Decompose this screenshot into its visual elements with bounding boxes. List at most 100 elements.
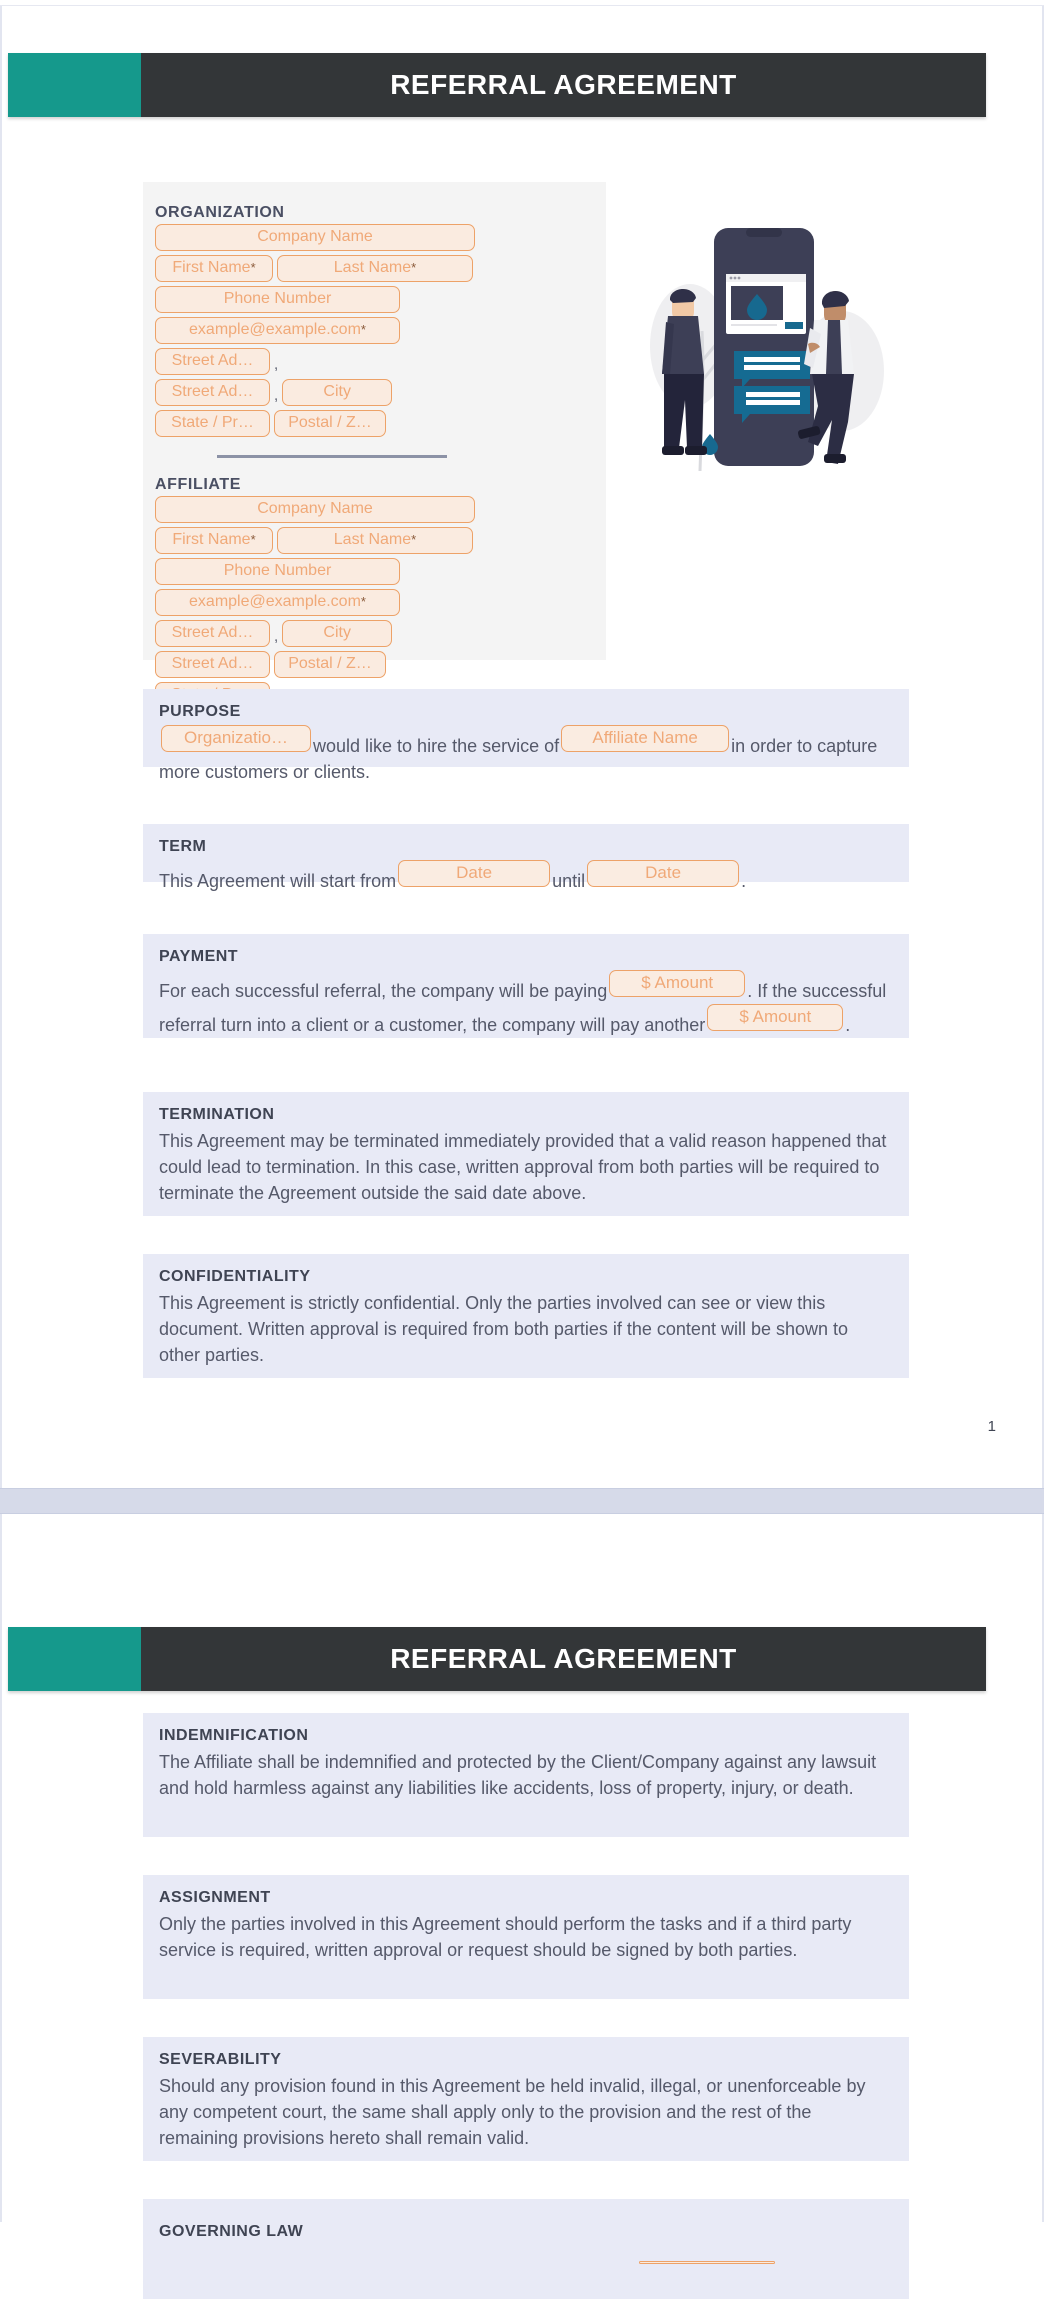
parties-panel: ORGANIZATION Company Name First Name* La… xyxy=(143,182,606,709)
organization-first-name-field[interactable]: First Name* xyxy=(155,255,273,282)
affiliate-email-label: example@example.com xyxy=(189,593,361,610)
payment-text-2: . xyxy=(747,981,753,1001)
affiliate-phone-row: Phone Number xyxy=(155,558,584,585)
clause-indemnification-title: INDEMNIFICATION xyxy=(159,1727,309,1744)
purpose-text-1: would like to hire the service of xyxy=(313,736,560,756)
clause-severability-title: SEVERABILITY xyxy=(159,2051,282,2068)
page-title: REFERRAL AGREEMENT xyxy=(390,69,737,100)
organization-street-address-2-field[interactable]: Street Ad… xyxy=(155,379,270,406)
affiliate-last-name-label: Last Name xyxy=(333,531,412,548)
organization-company-row: Company Name xyxy=(155,224,584,251)
organization-street1-row: Street Ad… , xyxy=(155,348,584,375)
purpose-organization-field[interactable]: Organizatio… xyxy=(161,725,311,752)
term-text-1: This Agreement will start from xyxy=(159,871,397,891)
affiliate-first-name-required: * xyxy=(250,532,256,547)
clause-governing-law-body xyxy=(159,2245,891,2271)
organization-email-label: example@example.com xyxy=(189,321,361,338)
governing-law-field[interactable] xyxy=(639,2261,775,2264)
clause-severability-body: Should any provision found in this Agree… xyxy=(159,2076,866,2148)
organization-comma-2: , xyxy=(274,387,279,404)
clause-governing-law: GOVERNING LAW xyxy=(143,2199,909,2299)
banner-title-bar: REFERRAL AGREEMENT xyxy=(141,53,986,117)
clause-purpose: PURPOSE Organizatio… would like to hire t… xyxy=(143,689,909,782)
referral-illustration xyxy=(642,196,892,486)
organization-last-name-field[interactable]: Last Name* xyxy=(277,255,473,282)
organization-company-field[interactable]: Company Name xyxy=(155,224,475,251)
organization-section: ORGANIZATION Company Name First Name* La… xyxy=(155,204,584,437)
clause-confidentiality: CONFIDENTIALITY This Agreement is strict… xyxy=(143,1254,909,1378)
clause-governing-law-title: GOVERNING LAW xyxy=(159,2223,304,2240)
term-start-date-field[interactable]: Date xyxy=(398,860,551,887)
clause-term-title: TERM xyxy=(159,838,207,855)
organization-last-name-label: Last Name xyxy=(333,259,412,276)
organization-email-row: example@example.com* xyxy=(155,317,584,344)
banner-title-bar-2: REFERRAL AGREEMENT xyxy=(141,1627,986,1691)
organization-phone-field[interactable]: Phone Number xyxy=(155,286,400,313)
organization-email-required: * xyxy=(360,322,366,337)
organization-label: ORGANIZATION xyxy=(155,204,285,221)
clause-payment-title: PAYMENT xyxy=(159,948,239,965)
organization-street2-city-row: Street Ad… , City xyxy=(155,379,584,406)
clause-severability: SEVERABILITY Should any provision found … xyxy=(143,2037,909,2161)
payment-text-1: For each successful referral, the compan… xyxy=(159,981,608,1001)
organization-comma-1: , xyxy=(274,356,279,373)
payment-amount-1-field[interactable]: $ Amount xyxy=(609,970,746,997)
clause-assignment-title: ASSIGNMENT xyxy=(159,1889,271,1906)
clause-payment-body: For each successful referral, the compan… xyxy=(159,970,891,1038)
page-break-gap xyxy=(0,1488,1044,1514)
affiliate-company-field[interactable]: Company Name xyxy=(155,496,475,523)
organization-state-field[interactable]: State / Pr… xyxy=(155,410,270,437)
affiliate-phone-field[interactable]: Phone Number xyxy=(155,558,400,585)
banner-teal-accent-2 xyxy=(8,1627,141,1691)
document-page-1: REFERRAL AGREEMENT ORGANIZATION Company … xyxy=(0,6,1044,1488)
affiliate-street-address-2-field[interactable]: Street Ad… xyxy=(155,651,270,678)
affiliate-email-row: example@example.com* xyxy=(155,589,584,616)
organization-city-field[interactable]: City xyxy=(282,379,393,406)
clause-termination: TERMINATION This Agreement may be termin… xyxy=(143,1092,909,1216)
clause-assignment-body: Only the parties involved in this Agreem… xyxy=(159,1914,852,1960)
page-title-2: REFERRAL AGREEMENT xyxy=(390,1643,737,1674)
organization-street-address-1-field[interactable]: Street Ad… xyxy=(155,348,270,375)
clause-purpose-body: Organizatio… would like to hire the servi… xyxy=(159,725,891,785)
term-text-2: until xyxy=(552,871,586,891)
clause-term-body: This Agreement will start from Date until D… xyxy=(159,860,891,894)
clause-confidentiality-title: CONFIDENTIALITY xyxy=(159,1268,311,1285)
page-number-1: 1 xyxy=(987,1418,996,1435)
banner-teal-accent xyxy=(8,53,141,117)
clause-payment: PAYMENT For each successful referral, th… xyxy=(143,934,909,1038)
term-end-date-field[interactable]: Date xyxy=(587,860,740,887)
affiliate-street2-postal-row: Street Ad… Postal / Z… xyxy=(155,651,584,678)
clause-termination-title: TERMINATION xyxy=(159,1106,275,1123)
organization-postal-field[interactable]: Postal / Z… xyxy=(274,410,386,437)
organization-first-name-label: First Name xyxy=(172,259,251,276)
affiliate-last-name-field[interactable]: Last Name* xyxy=(277,527,473,554)
page2-header-banner: REFERRAL AGREEMENT xyxy=(8,1627,986,1691)
organization-last-name-required: * xyxy=(411,260,417,275)
affiliate-name-row: First Name* Last Name* xyxy=(155,527,584,554)
affiliate-company-row: Company Name xyxy=(155,496,584,523)
organization-state-postal-row: State / Pr… Postal / Z… xyxy=(155,410,584,437)
affiliate-section: AFFILIATE Company Name First Name* Last … xyxy=(155,476,584,709)
affiliate-street-address-1-field[interactable]: Street Ad… xyxy=(155,620,270,647)
affiliate-first-name-field[interactable]: First Name* xyxy=(155,527,273,554)
affiliate-city-field[interactable]: City xyxy=(282,620,393,647)
organization-email-field[interactable]: example@example.com* xyxy=(155,317,400,344)
affiliate-last-name-required: * xyxy=(411,532,417,547)
affiliate-first-name-label: First Name xyxy=(172,531,251,548)
clause-term: TERM This Agreement will start from Date u… xyxy=(143,824,909,891)
affiliate-street1-city-row: Street Ad… , City xyxy=(155,620,584,647)
affiliate-email-field[interactable]: example@example.com* xyxy=(155,589,400,616)
document-page-2: REFERRAL AGREEMENT INDEMNIFICATION The A… xyxy=(0,1514,1044,2299)
purpose-affiliate-field[interactable]: Affiliate Name xyxy=(561,725,730,752)
affiliate-postal-field[interactable]: Postal / Z… xyxy=(274,651,386,678)
payment-text-4: . xyxy=(845,1015,851,1035)
affiliate-label: AFFILIATE xyxy=(155,476,241,493)
clause-purpose-title: PURPOSE xyxy=(159,703,241,720)
payment-amount-2-field[interactable]: $ Amount xyxy=(707,1004,844,1031)
parties-divider xyxy=(217,455,447,458)
organization-first-name-required: * xyxy=(250,260,256,275)
organization-name-row: First Name* Last Name* xyxy=(155,255,584,282)
term-text-3: . xyxy=(741,871,747,891)
clause-termination-body: This Agreement may be terminated immedia… xyxy=(159,1131,887,1203)
clause-assignment: ASSIGNMENT Only the parties involved in … xyxy=(143,1875,909,1999)
